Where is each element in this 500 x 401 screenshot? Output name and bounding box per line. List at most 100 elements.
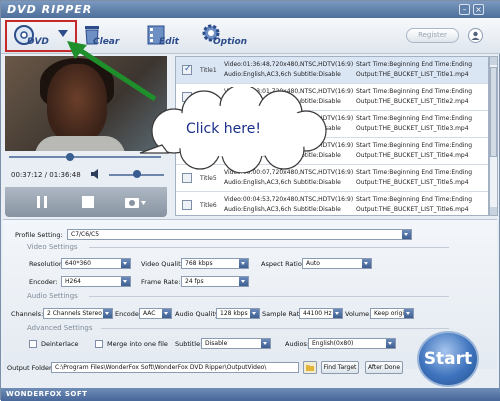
aspect-ratio-select[interactable]: Auto bbox=[302, 258, 372, 269]
audio-quality-value: 128 kbps bbox=[220, 310, 248, 317]
title-checkbox[interactable] bbox=[182, 64, 192, 75]
chevron-down-icon bbox=[333, 309, 342, 318]
merge-label: Merge into one file bbox=[107, 340, 168, 348]
after-done-button[interactable]: After Done bbox=[365, 361, 403, 374]
title-output: Start Time:Beginning End Time:Ending Outp… bbox=[356, 60, 472, 80]
chevron-down-icon bbox=[121, 259, 130, 268]
chevron-down-icon bbox=[402, 230, 411, 239]
title-row[interactable]: Title6 Video:00:04:53,720x480,NTSC,HDTV(1… bbox=[176, 192, 488, 215]
volume-select[interactable]: Keep origina bbox=[370, 308, 414, 319]
audio-settings-group: Audio Settings bbox=[27, 292, 78, 300]
resolution-label: Resolution: bbox=[29, 260, 66, 268]
video-quality-value: 768 kbps bbox=[185, 260, 213, 267]
title-row[interactable]: Title1 Video:01:36:48,720x480,NTSC,HDTV(1… bbox=[176, 57, 488, 84]
video-quality-label: Video Quality: bbox=[141, 260, 187, 268]
chevron-down-icon bbox=[121, 277, 130, 286]
profile-label: Profile Setting: bbox=[15, 231, 63, 239]
sample-rate-select[interactable]: 44100 Hz bbox=[299, 308, 343, 319]
pause-icon[interactable] bbox=[33, 194, 51, 210]
aspect-ratio-value: Auto bbox=[306, 260, 320, 267]
register-button[interactable]: Register bbox=[406, 28, 459, 43]
advanced-settings-group: Advanced Settings bbox=[27, 324, 93, 332]
title-output: Start Time:Beginning End Time:Ending Outp… bbox=[356, 114, 472, 134]
profile-value: C7/C6/C5 bbox=[71, 231, 100, 238]
chevron-down-icon bbox=[362, 259, 371, 268]
video-settings-group: Video Settings bbox=[27, 243, 78, 251]
close-button[interactable]: × bbox=[473, 4, 484, 15]
profile-select[interactable]: C7/C6/C5 bbox=[67, 229, 412, 240]
speaker-icon[interactable] bbox=[91, 169, 101, 179]
chevron-down-icon bbox=[261, 339, 270, 348]
app-window: DVD RIPPER – × DVD Clear Edit Option Reg… bbox=[0, 0, 500, 401]
chevron-down-icon bbox=[239, 277, 248, 286]
scroll-down-button[interactable] bbox=[490, 207, 497, 215]
aspect-ratio-label: Aspect Ratio: bbox=[261, 260, 305, 268]
title-time-range: Start Time:Beginning End Time:Ending bbox=[356, 169, 473, 176]
video-quality-select[interactable]: 768 kbps bbox=[181, 258, 249, 269]
title-time-range: Start Time:Beginning End Time:Ending bbox=[356, 88, 473, 95]
title-output: Start Time:Beginning End Time:Ending Outp… bbox=[356, 195, 472, 215]
person-icon bbox=[471, 31, 480, 40]
deinterlace-checkbox[interactable] bbox=[29, 340, 37, 348]
scroll-thumb[interactable] bbox=[490, 67, 497, 157]
title-output-file: Output:THE_BUCKET_LIST_Title1.mp4 bbox=[356, 71, 469, 78]
channels-value: 2 Channels Stereo bbox=[47, 310, 102, 317]
channels-label: Channels: bbox=[11, 310, 44, 318]
title-checkbox[interactable] bbox=[182, 173, 192, 183]
seek-handle[interactable] bbox=[65, 153, 74, 161]
title-time-range: Start Time:Beginning End Time:Ending bbox=[356, 61, 473, 68]
chevron-down-icon bbox=[386, 339, 395, 348]
minimize-button[interactable]: – bbox=[459, 4, 470, 15]
title-output-file: Output:THE_BUCKET_LIST_Title4.mp4 bbox=[356, 152, 469, 159]
title-name: Title6 bbox=[200, 202, 217, 209]
preview-shirt bbox=[35, 136, 125, 151]
group-divider bbox=[101, 328, 449, 329]
resolution-value: 640*360 bbox=[65, 260, 91, 267]
option-button[interactable]: Option bbox=[201, 22, 251, 50]
scroll-up-button[interactable] bbox=[490, 57, 497, 65]
channels-select[interactable]: 2 Channels Stereo bbox=[43, 308, 113, 319]
chevron-down-icon bbox=[162, 309, 171, 318]
deinterlace-label: Deinterlace bbox=[41, 340, 79, 348]
title-output-file: Output:THE_BUCKET_LIST_Title6.mp4 bbox=[356, 206, 469, 213]
camera-icon[interactable] bbox=[123, 194, 147, 210]
frame-rate-label: Frame Rate: bbox=[141, 278, 181, 286]
frame-rate-select[interactable]: 24 fps bbox=[181, 276, 249, 287]
playback-controls bbox=[5, 187, 167, 217]
title-output-file: Output:THE_BUCKET_LIST_Title2.mp4 bbox=[356, 98, 469, 105]
audio-quality-label: Audio Quality: bbox=[175, 310, 221, 318]
time-readout: 00:37:12 / 01:36:48 bbox=[11, 171, 81, 179]
stop-icon[interactable] bbox=[79, 194, 97, 210]
resolution-select[interactable]: 640*360 bbox=[61, 258, 131, 269]
dvd-label: DVD bbox=[27, 37, 49, 47]
output-folder-label: Output Folder: bbox=[7, 364, 54, 372]
callout-text: Click here! bbox=[186, 121, 261, 137]
title-list-scrollbar[interactable] bbox=[489, 56, 498, 216]
title-checkbox[interactable] bbox=[182, 200, 192, 210]
user-icon[interactable] bbox=[468, 28, 483, 43]
app-title: DVD RIPPER bbox=[7, 3, 93, 16]
audio-quality-select[interactable]: 128 kbps bbox=[216, 308, 260, 319]
title-time-range: Start Time:Beginning End Time:Ending bbox=[356, 115, 473, 122]
title-output: Start Time:Beginning End Time:Ending Outp… bbox=[356, 141, 472, 161]
audios-select[interactable]: English(0x80) bbox=[308, 338, 396, 349]
chevron-down-icon bbox=[103, 309, 112, 318]
chevron-down-icon bbox=[404, 309, 413, 318]
volume-label: Volume: bbox=[345, 310, 372, 318]
output-folder-input[interactable]: C:\Program Files\WonderFox Soft\WonderFo… bbox=[51, 362, 299, 373]
sample-rate-value: 44100 Hz bbox=[303, 310, 332, 317]
folder-icon[interactable] bbox=[303, 361, 317, 374]
audio-encoder-select[interactable]: AAC bbox=[139, 308, 172, 319]
encoder-select[interactable]: H264 bbox=[61, 276, 131, 287]
subtitle-select[interactable]: Disable bbox=[201, 338, 271, 349]
audios-value: English(0x80) bbox=[312, 340, 354, 347]
merge-checkbox[interactable] bbox=[95, 340, 103, 348]
title-output-file: Output:THE_BUCKET_LIST_Title5.mp4 bbox=[356, 179, 469, 186]
edit-label: Edit bbox=[159, 37, 179, 47]
title-time-range: Start Time:Beginning End Time:Ending bbox=[356, 142, 473, 149]
frame-rate-value: 24 fps bbox=[185, 278, 204, 285]
start-button[interactable]: Start bbox=[417, 331, 479, 387]
find-target-button[interactable]: Find Target bbox=[321, 361, 359, 374]
option-label: Option bbox=[213, 37, 248, 47]
encoder-label: Encoder: bbox=[29, 278, 58, 286]
